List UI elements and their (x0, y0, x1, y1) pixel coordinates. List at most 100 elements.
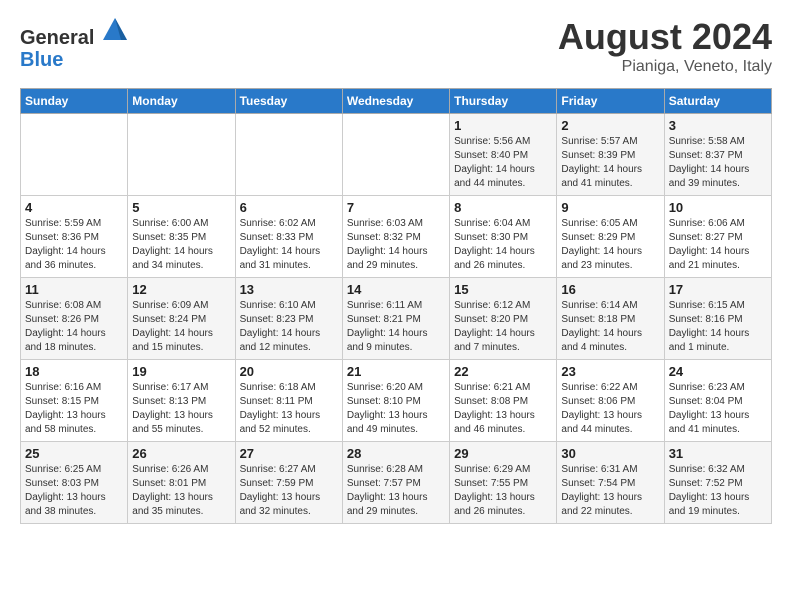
cell-info: Sunrise: 6:14 AM Sunset: 8:18 PM Dayligh… (561, 299, 659, 355)
logo-text: General Blue (20, 16, 129, 71)
col-thursday: Thursday (450, 89, 557, 114)
day-number: 23 (561, 364, 659, 379)
calendar-cell: 31 Sunrise: 6:32 AM Sunset: 7:52 PM Dayli… (664, 442, 771, 524)
cell-info: Sunrise: 6:12 AM Sunset: 8:20 PM Dayligh… (454, 299, 552, 355)
cell-info: Sunrise: 6:05 AM Sunset: 8:29 PM Dayligh… (561, 217, 659, 273)
cell-info: Sunrise: 6:00 AM Sunset: 8:35 PM Dayligh… (132, 217, 230, 273)
day-number: 25 (25, 446, 123, 461)
day-number: 26 (132, 446, 230, 461)
day-number: 8 (454, 200, 552, 215)
day-number: 17 (669, 282, 767, 297)
calendar-cell: 27Sunrise: 6:27 AM Sunset: 7:59 PM Dayli… (235, 442, 342, 524)
cell-info: Sunrise: 6:18 AM Sunset: 8:11 PM Dayligh… (240, 381, 338, 437)
day-number: 13 (240, 282, 338, 297)
day-number: 31 (669, 446, 767, 461)
calendar-cell: 13 Sunrise: 6:10 AM Sunset: 8:23 PM Dayli… (235, 278, 342, 360)
calendar-cell: 5 Sunrise: 6:00 AM Sunset: 8:35 PM Daylig… (128, 196, 235, 278)
col-wednesday: Wednesday (342, 89, 449, 114)
logo: General Blue (20, 16, 129, 71)
day-number: 4 (25, 200, 123, 215)
calendar-body: 1 Sunrise: 5:56 AM Sunset: 8:40 PM Daylig… (21, 114, 772, 524)
day-number: 5 (132, 200, 230, 215)
day-number: 14 (347, 282, 445, 297)
day-number: 10 (669, 200, 767, 215)
cell-info: Sunrise: 5:58 AM Sunset: 8:37 PM Dayligh… (669, 135, 767, 191)
day-number: 1 (454, 118, 552, 133)
header-row: Sunday Monday Tuesday Wednesday Thursday… (21, 89, 772, 114)
cell-info: Sunrise: 6:03 AM Sunset: 8:32 PM Dayligh… (347, 217, 445, 273)
cell-info: Sunrise: 6:25 AM Sunset: 8:03 PM Dayligh… (25, 463, 123, 519)
logo-blue: Blue (20, 49, 63, 71)
calendar-cell: 8 Sunrise: 6:04 AM Sunset: 8:30 PM Daylig… (450, 196, 557, 278)
day-number: 16 (561, 282, 659, 297)
day-number: 12 (132, 282, 230, 297)
calendar-header: Sunday Monday Tuesday Wednesday Thursday… (21, 89, 772, 114)
calendar-cell: 14 Sunrise: 6:11 AM Sunset: 8:21 PM Dayli… (342, 278, 449, 360)
cell-info: Sunrise: 6:15 AM Sunset: 8:16 PM Dayligh… (669, 299, 767, 355)
week-row-1: 1 Sunrise: 5:56 AM Sunset: 8:40 PM Daylig… (21, 114, 772, 196)
cell-info: Sunrise: 6:10 AM Sunset: 8:23 PM Dayligh… (240, 299, 338, 355)
page: General Blue August 2024 Pianiga, Veneto… (0, 0, 792, 534)
day-number: 11 (25, 282, 123, 297)
calendar-cell: 10 Sunrise: 6:06 AM Sunset: 8:27 PM Dayli… (664, 196, 771, 278)
cell-info: Sunrise: 5:57 AM Sunset: 8:39 PM Dayligh… (561, 135, 659, 191)
calendar-cell: 20 Sunrise: 6:18 AM Sunset: 8:11 PM Dayli… (235, 360, 342, 442)
calendar-cell: 24Sunrise: 6:23 AM Sunset: 8:04 PM Dayli… (664, 360, 771, 442)
calendar-cell (235, 114, 342, 196)
calendar-cell: 19Sunrise: 6:17 AM Sunset: 8:13 PM Dayli… (128, 360, 235, 442)
day-number: 7 (347, 200, 445, 215)
day-number: 29 (454, 446, 552, 461)
week-row-3: 11 Sunrise: 6:08 AM Sunset: 8:26 PM Dayli… (21, 278, 772, 360)
logo-general: General (20, 27, 94, 49)
col-tuesday: Tuesday (235, 89, 342, 114)
day-number: 24 (669, 364, 767, 379)
col-saturday: Saturday (664, 89, 771, 114)
calendar-cell: 22Sunrise: 6:21 AM Sunset: 8:08 PM Dayli… (450, 360, 557, 442)
week-row-2: 4 Sunrise: 5:59 AM Sunset: 8:36 PM Daylig… (21, 196, 772, 278)
calendar-cell: 6Sunrise: 6:02 AM Sunset: 8:33 PM Daylig… (235, 196, 342, 278)
cell-info: Sunrise: 6:22 AM Sunset: 8:06 PM Dayligh… (561, 381, 659, 437)
cell-info: Sunrise: 6:27 AM Sunset: 7:59 PM Dayligh… (240, 463, 338, 519)
calendar-cell (21, 114, 128, 196)
calendar-cell: 15Sunrise: 6:12 AM Sunset: 8:20 PM Dayli… (450, 278, 557, 360)
cell-info: Sunrise: 6:32 AM Sunset: 7:52 PM Dayligh… (669, 463, 767, 519)
calendar-cell: 29 Sunrise: 6:29 AM Sunset: 7:55 PM Dayli… (450, 442, 557, 524)
calendar-cell: 16 Sunrise: 6:14 AM Sunset: 8:18 PM Dayli… (557, 278, 664, 360)
cell-info: Sunrise: 5:56 AM Sunset: 8:40 PM Dayligh… (454, 135, 552, 191)
calendar-cell: 3 Sunrise: 5:58 AM Sunset: 8:37 PM Daylig… (664, 114, 771, 196)
calendar-cell: 25 Sunrise: 6:25 AM Sunset: 8:03 PM Dayli… (21, 442, 128, 524)
calendar-cell: 21Sunrise: 6:20 AM Sunset: 8:10 PM Dayli… (342, 360, 449, 442)
location: Pianiga, Veneto, Italy (558, 58, 772, 76)
calendar-cell: 4 Sunrise: 5:59 AM Sunset: 8:36 PM Daylig… (21, 196, 128, 278)
cell-info: Sunrise: 6:06 AM Sunset: 8:27 PM Dayligh… (669, 217, 767, 273)
header: General Blue August 2024 Pianiga, Veneto… (20, 16, 772, 76)
calendar-table: Sunday Monday Tuesday Wednesday Thursday… (20, 88, 772, 524)
cell-info: Sunrise: 6:08 AM Sunset: 8:26 PM Dayligh… (25, 299, 123, 355)
calendar-cell: 17 Sunrise: 6:15 AM Sunset: 8:16 PM Dayli… (664, 278, 771, 360)
day-number: 22 (454, 364, 552, 379)
day-number: 6 (240, 200, 338, 215)
day-number: 9 (561, 200, 659, 215)
col-sunday: Sunday (21, 89, 128, 114)
cell-info: Sunrise: 6:29 AM Sunset: 7:55 PM Dayligh… (454, 463, 552, 519)
day-number: 30 (561, 446, 659, 461)
calendar-cell: 26 Sunrise: 6:26 AM Sunset: 8:01 PM Dayli… (128, 442, 235, 524)
cell-info: Sunrise: 6:17 AM Sunset: 8:13 PM Dayligh… (132, 381, 230, 437)
day-number: 20 (240, 364, 338, 379)
calendar-cell (342, 114, 449, 196)
cell-info: Sunrise: 6:31 AM Sunset: 7:54 PM Dayligh… (561, 463, 659, 519)
day-number: 3 (669, 118, 767, 133)
cell-info: Sunrise: 6:04 AM Sunset: 8:30 PM Dayligh… (454, 217, 552, 273)
month-year: August 2024 (558, 16, 772, 58)
cell-info: Sunrise: 6:11 AM Sunset: 8:21 PM Dayligh… (347, 299, 445, 355)
cell-info: Sunrise: 5:59 AM Sunset: 8:36 PM Dayligh… (25, 217, 123, 273)
day-number: 28 (347, 446, 445, 461)
calendar-cell: 11 Sunrise: 6:08 AM Sunset: 8:26 PM Dayli… (21, 278, 128, 360)
calendar-cell: 18Sunrise: 6:16 AM Sunset: 8:15 PM Dayli… (21, 360, 128, 442)
title-block: August 2024 Pianiga, Veneto, Italy (558, 16, 772, 76)
day-number: 18 (25, 364, 123, 379)
cell-info: Sunrise: 6:28 AM Sunset: 7:57 PM Dayligh… (347, 463, 445, 519)
cell-info: Sunrise: 6:26 AM Sunset: 8:01 PM Dayligh… (132, 463, 230, 519)
calendar-cell: 23 Sunrise: 6:22 AM Sunset: 8:06 PM Dayli… (557, 360, 664, 442)
col-monday: Monday (128, 89, 235, 114)
